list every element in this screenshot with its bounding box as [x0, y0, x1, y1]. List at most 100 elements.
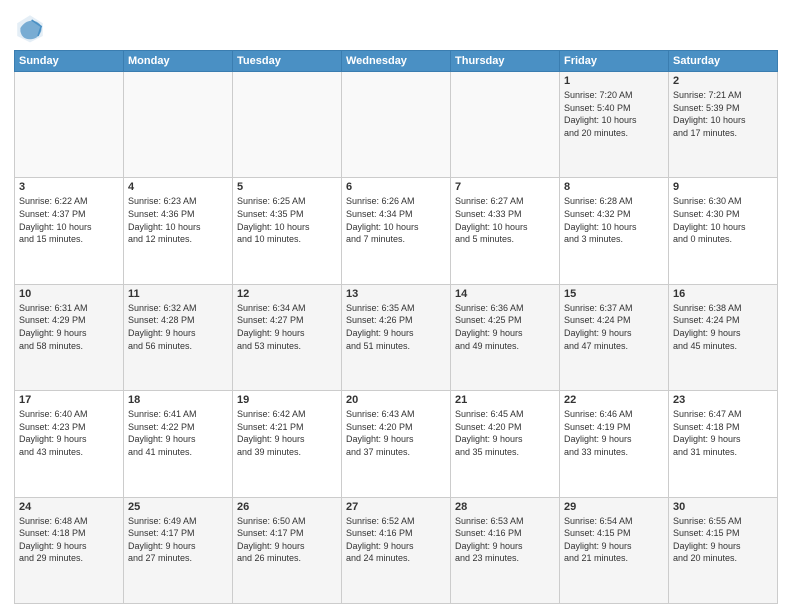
day-number: 24 — [19, 501, 119, 513]
calendar-cell: 3 Sunrise: 6:22 AM Sunset: 4:37 PM Daylig… — [15, 178, 124, 284]
logo — [14, 12, 50, 44]
day-number: 19 — [237, 394, 337, 406]
day-info: Sunrise: 6:38 AM Sunset: 4:24 PM Dayligh… — [673, 302, 773, 352]
calendar-week-row: 3 Sunrise: 6:22 AM Sunset: 4:37 PM Daylig… — [15, 178, 778, 284]
calendar-cell: 11 Sunrise: 6:32 AM Sunset: 4:28 PM Dayli… — [124, 284, 233, 390]
day-info: Sunrise: 6:22 AM Sunset: 4:37 PM Dayligh… — [19, 195, 119, 245]
calendar-day-header: Tuesday — [233, 51, 342, 72]
calendar-cell — [451, 72, 560, 178]
calendar-cell: 25 Sunrise: 6:49 AM Sunset: 4:17 PM Dayli… — [124, 497, 233, 603]
day-info: Sunrise: 6:40 AM Sunset: 4:23 PM Dayligh… — [19, 408, 119, 458]
calendar-cell: 2Sunrise: 7:21 AM Sunset: 5:39 PM Daylig… — [669, 72, 778, 178]
day-info: Sunrise: 6:48 AM Sunset: 4:18 PM Dayligh… — [19, 515, 119, 565]
day-number: 21 — [455, 394, 555, 406]
day-number: 14 — [455, 288, 555, 300]
day-number: 20 — [346, 394, 446, 406]
day-info: Sunrise: 6:53 AM Sunset: 4:16 PM Dayligh… — [455, 515, 555, 565]
calendar-cell: 7 Sunrise: 6:27 AM Sunset: 4:33 PM Daylig… — [451, 178, 560, 284]
calendar-cell: 22 Sunrise: 6:46 AM Sunset: 4:19 PM Dayli… — [560, 391, 669, 497]
calendar-cell: 8 Sunrise: 6:28 AM Sunset: 4:32 PM Daylig… — [560, 178, 669, 284]
calendar-table: SundayMondayTuesdayWednesdayThursdayFrid… — [14, 50, 778, 604]
calendar-cell: 6Sunrise: 6:26 AM Sunset: 4:34 PM Daylig… — [342, 178, 451, 284]
calendar-cell: 23 Sunrise: 6:47 AM Sunset: 4:18 PM Dayli… — [669, 391, 778, 497]
day-info: Sunrise: 6:32 AM Sunset: 4:28 PM Dayligh… — [128, 302, 228, 352]
calendar-cell — [342, 72, 451, 178]
day-info: Sunrise: 6:35 AM Sunset: 4:26 PM Dayligh… — [346, 302, 446, 352]
day-number: 7 — [455, 181, 555, 193]
day-number: 16 — [673, 288, 773, 300]
calendar-cell: 16 Sunrise: 6:38 AM Sunset: 4:24 PM Dayli… — [669, 284, 778, 390]
day-number: 8 — [564, 181, 664, 193]
calendar-cell: 27Sunrise: 6:52 AM Sunset: 4:16 PM Dayli… — [342, 497, 451, 603]
calendar-cell — [124, 72, 233, 178]
day-number: 4 — [128, 181, 228, 193]
day-number: 25 — [128, 501, 228, 513]
calendar-week-row: 17 Sunrise: 6:40 AM Sunset: 4:23 PM Dayli… — [15, 391, 778, 497]
day-number: 3 — [19, 181, 119, 193]
day-number: 11 — [128, 288, 228, 300]
day-info: Sunrise: 6:23 AM Sunset: 4:36 PM Dayligh… — [128, 195, 228, 245]
day-info: Sunrise: 6:41 AM Sunset: 4:22 PM Dayligh… — [128, 408, 228, 458]
day-info: Sunrise: 6:46 AM Sunset: 4:19 PM Dayligh… — [564, 408, 664, 458]
day-number: 30 — [673, 501, 773, 513]
day-number: 29 — [564, 501, 664, 513]
calendar-day-header: Saturday — [669, 51, 778, 72]
calendar-day-header: Monday — [124, 51, 233, 72]
day-number: 18 — [128, 394, 228, 406]
day-info: Sunrise: 6:54 AM Sunset: 4:15 PM Dayligh… — [564, 515, 664, 565]
calendar-cell: 18 Sunrise: 6:41 AM Sunset: 4:22 PM Dayli… — [124, 391, 233, 497]
day-number: 5 — [237, 181, 337, 193]
calendar-cell: 26 Sunrise: 6:50 AM Sunset: 4:17 PM Dayli… — [233, 497, 342, 603]
calendar-cell — [15, 72, 124, 178]
day-number: 23 — [673, 394, 773, 406]
day-info: Sunrise: 6:47 AM Sunset: 4:18 PM Dayligh… — [673, 408, 773, 458]
day-number: 9 — [673, 181, 773, 193]
calendar-week-row: 1 Sunrise: 7:20 AM Sunset: 5:40 PM Daylig… — [15, 72, 778, 178]
calendar-cell: 30 Sunrise: 6:55 AM Sunset: 4:15 PM Dayli… — [669, 497, 778, 603]
logo-icon — [14, 12, 46, 44]
calendar-week-row: 10 Sunrise: 6:31 AM Sunset: 4:29 PM Dayli… — [15, 284, 778, 390]
day-number: 27 — [346, 501, 446, 513]
day-number: 26 — [237, 501, 337, 513]
page: SundayMondayTuesdayWednesdayThursdayFrid… — [0, 0, 792, 612]
calendar-cell: 13 Sunrise: 6:35 AM Sunset: 4:26 PM Dayli… — [342, 284, 451, 390]
day-number: 6 — [346, 181, 446, 193]
day-info: Sunrise: 7:20 AM Sunset: 5:40 PM Dayligh… — [564, 89, 664, 139]
day-number: 22 — [564, 394, 664, 406]
day-info: Sunrise: 6:25 AM Sunset: 4:35 PM Dayligh… — [237, 195, 337, 245]
calendar-day-header: Sunday — [15, 51, 124, 72]
calendar-cell: 14 Sunrise: 6:36 AM Sunset: 4:25 PM Dayli… — [451, 284, 560, 390]
calendar-day-header: Friday — [560, 51, 669, 72]
calendar-cell: 21Sunrise: 6:45 AM Sunset: 4:20 PM Dayli… — [451, 391, 560, 497]
day-info: Sunrise: 6:28 AM Sunset: 4:32 PM Dayligh… — [564, 195, 664, 245]
calendar-cell: 19Sunrise: 6:42 AM Sunset: 4:21 PM Dayli… — [233, 391, 342, 497]
day-info: Sunrise: 6:49 AM Sunset: 4:17 PM Dayligh… — [128, 515, 228, 565]
calendar-day-header: Wednesday — [342, 51, 451, 72]
day-info: Sunrise: 6:50 AM Sunset: 4:17 PM Dayligh… — [237, 515, 337, 565]
calendar-cell: 15Sunrise: 6:37 AM Sunset: 4:24 PM Dayli… — [560, 284, 669, 390]
day-number: 1 — [564, 75, 664, 87]
calendar-cell: 1 Sunrise: 7:20 AM Sunset: 5:40 PM Daylig… — [560, 72, 669, 178]
day-number: 13 — [346, 288, 446, 300]
day-info: Sunrise: 6:36 AM Sunset: 4:25 PM Dayligh… — [455, 302, 555, 352]
calendar-cell: 10 Sunrise: 6:31 AM Sunset: 4:29 PM Dayli… — [15, 284, 124, 390]
header — [14, 10, 778, 44]
day-number: 10 — [19, 288, 119, 300]
day-info: Sunrise: 7:21 AM Sunset: 5:39 PM Dayligh… — [673, 89, 773, 139]
calendar-cell: 29 Sunrise: 6:54 AM Sunset: 4:15 PM Dayli… — [560, 497, 669, 603]
day-number: 17 — [19, 394, 119, 406]
calendar-header-row: SundayMondayTuesdayWednesdayThursdayFrid… — [15, 51, 778, 72]
day-info: Sunrise: 6:31 AM Sunset: 4:29 PM Dayligh… — [19, 302, 119, 352]
day-number: 28 — [455, 501, 555, 513]
day-info: Sunrise: 6:43 AM Sunset: 4:20 PM Dayligh… — [346, 408, 446, 458]
day-number: 15 — [564, 288, 664, 300]
calendar-cell: 20 Sunrise: 6:43 AM Sunset: 4:20 PM Dayli… — [342, 391, 451, 497]
calendar-cell: 24 Sunrise: 6:48 AM Sunset: 4:18 PM Dayli… — [15, 497, 124, 603]
day-info: Sunrise: 6:27 AM Sunset: 4:33 PM Dayligh… — [455, 195, 555, 245]
calendar-cell: 9Sunrise: 6:30 AM Sunset: 4:30 PM Daylig… — [669, 178, 778, 284]
calendar-cell: 28 Sunrise: 6:53 AM Sunset: 4:16 PM Dayli… — [451, 497, 560, 603]
calendar-cell — [233, 72, 342, 178]
calendar-day-header: Thursday — [451, 51, 560, 72]
day-number: 12 — [237, 288, 337, 300]
day-info: Sunrise: 6:55 AM Sunset: 4:15 PM Dayligh… — [673, 515, 773, 565]
